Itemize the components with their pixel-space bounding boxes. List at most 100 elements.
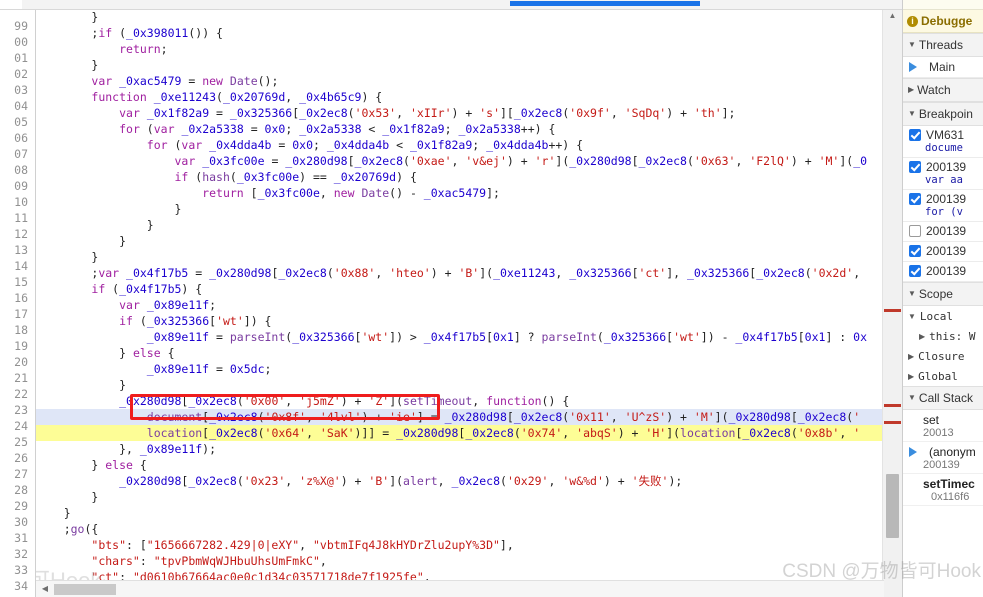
code-line[interactable]: var _0x89e11f; [36,297,884,313]
vertical-scroll-thumb[interactable] [886,474,899,538]
breakpoint-checkbox[interactable] [909,265,921,277]
call-stack-frame[interactable]: set 20013 [903,410,983,442]
line-number[interactable]: 12 [0,226,28,242]
code-line[interactable]: _0x89e11f = 0x5dc; [36,361,884,377]
scope-item-closure[interactable]: ▶ Closure [903,346,983,366]
code-line[interactable]: }, _0x89e11f); [36,441,884,457]
code-line[interactable]: } [36,201,884,217]
section-watch[interactable]: ▶ Watch [903,78,983,102]
line-number[interactable]: 32 [0,546,28,562]
line-number[interactable]: 28 [0,482,28,498]
line-number[interactable]: 27 [0,466,28,482]
line-number[interactable]: 20 [0,354,28,370]
horizontal-scrollbar[interactable]: ◀ [36,580,884,597]
thread-item-main[interactable]: Main [903,57,983,78]
code-line[interactable]: _0x89e11f = parseInt(_0x325366['wt']) > … [36,329,884,345]
line-number[interactable]: 25 [0,434,28,450]
line-number[interactable]: 23 [0,402,28,418]
vertical-scrollbar[interactable]: ▲ [882,9,902,597]
code-line[interactable]: for (var _0x4dda4b = 0x0; _0x4dda4b < _0… [36,137,884,153]
code-line[interactable]: "chars": "tpvPbmWqWJHbuUhsUmFmkC", [36,553,884,569]
breakpoint-checkbox[interactable] [909,225,921,237]
code-line[interactable]: ;if (_0x398011()) { [36,25,884,41]
code-line[interactable]: if (_0x325366['wt']) { [36,313,884,329]
line-number[interactable]: 26 [0,450,28,466]
code-line[interactable]: } [36,9,884,25]
line-number[interactable]: 19 [0,338,28,354]
section-threads[interactable]: ▼ Threads [903,33,983,57]
code-line[interactable]: _0x280d98[_0x2ec8('0x00', 'j5mZ') + 'Z']… [36,393,884,409]
code-editor[interactable]: 99 00 01 02 03 04 05 06 07 08 09 10 11 12 13 14 15 16 17 18… [0,0,902,597]
code-line[interactable]: } [36,57,884,73]
breakpoint-item[interactable]: 200139 [903,242,983,262]
line-number[interactable]: 22 [0,386,28,402]
line-number[interactable]: 18 [0,322,28,338]
call-stack-frame[interactable]: (anonym 200139 [903,442,983,474]
line-number[interactable]: 17 [0,306,28,322]
line-number[interactable]: 06 [0,130,28,146]
code-line[interactable]: return [_0x3fc00e, new Date() - _0xac547… [36,185,884,201]
line-number[interactable]: 99 [0,18,28,34]
line-number[interactable]: 09 [0,178,28,194]
code-line[interactable]: } else { [36,345,884,361]
code-line[interactable]: document[_0x2ec8('0x8f', '4lvl') + 'ie']… [36,409,884,425]
line-number[interactable]: 14 [0,258,28,274]
line-number[interactable]: 10 [0,194,28,210]
scope-item-global[interactable]: ▶ Global [903,366,983,386]
code-line[interactable]: "bts": ["1656667282.429|0|eXY", "vbtmIFq… [36,537,884,553]
code-line[interactable]: ;go({ [36,521,884,537]
line-number[interactable]: 15 [0,274,28,290]
section-breakpoints[interactable]: ▼ Breakpoin [903,102,983,126]
line-number[interactable]: 31 [0,530,28,546]
top-scroll-strip[interactable] [0,0,902,10]
line-number[interactable]: 33 [0,562,28,578]
breakpoint-checkbox[interactable] [909,129,921,141]
line-number[interactable]: 05 [0,114,28,130]
scroll-up-arrow-icon[interactable]: ▲ [883,9,902,23]
code-line[interactable]: return; [36,41,884,57]
breakpoint-item[interactable]: 200139 var aa [903,158,983,190]
section-scope[interactable]: ▼ Scope [903,282,983,306]
line-number[interactable]: 04 [0,98,28,114]
call-stack-frame[interactable]: setTimec 0x116f6 [903,474,983,506]
code-line[interactable]: } [36,505,884,521]
line-number[interactable]: 07 [0,146,28,162]
code-line[interactable]: if (hash(_0x3fc00e) == _0x20769d) { [36,169,884,185]
line-number[interactable]: 24 [0,418,28,434]
line-number[interactable]: 21 [0,370,28,386]
line-number[interactable]: 00 [0,34,28,50]
breakpoint-checkbox[interactable] [909,161,921,173]
breakpoint-item[interactable]: VM631 docume [903,126,983,158]
code-line[interactable]: _0x280d98[_0x2ec8('0x23', 'z%X@') + 'B']… [36,473,884,489]
code-line[interactable]: } [36,489,884,505]
code-line[interactable]: } [36,249,884,265]
code-line[interactable]: } [36,217,884,233]
code-line[interactable]: } [36,233,884,249]
code-line[interactable]: function _0xe11243(_0x20769d, _0x4b65c9)… [36,89,884,105]
line-number[interactable]: 01 [0,50,28,66]
code-line[interactable]: var _0x1f82a9 = _0x325366[_0x2ec8('0x53'… [36,105,884,121]
code-line[interactable]: location[_0x2ec8('0x64', 'SaK')]] = _0x2… [36,425,884,441]
breakpoint-item[interactable]: 200139 [903,262,983,282]
code-line[interactable]: } else { [36,457,884,473]
scroll-left-arrow-icon[interactable]: ◀ [38,581,52,597]
code-line[interactable]: if (_0x4f17b5) { [36,281,884,297]
code-line[interactable]: ;var _0x4f17b5 = _0x280d98[_0x2ec8('0x88… [36,265,884,281]
line-number[interactable]: 03 [0,82,28,98]
line-number[interactable]: 29 [0,498,28,514]
line-number[interactable]: 11 [0,210,28,226]
horizontal-scroll-thumb[interactable] [54,584,116,595]
breakpoint-item[interactable]: 200139 [903,222,983,242]
line-number[interactable]: 30 [0,514,28,530]
line-number[interactable]: 02 [0,66,28,82]
section-call-stack[interactable]: ▼ Call Stack [903,386,983,410]
line-number[interactable]: 13 [0,242,28,258]
breakpoint-item[interactable]: 200139 for (v [903,190,983,222]
code-line[interactable]: for (var _0x2a5338 = 0x0; _0x2a5338 < _0… [36,121,884,137]
code-line[interactable]: } [36,377,884,393]
breakpoint-checkbox[interactable] [909,193,921,205]
code-line[interactable]: var _0x3fc00e = _0x280d98[_0x2ec8('0xae'… [36,153,884,169]
line-number[interactable]: 08 [0,162,28,178]
breakpoint-checkbox[interactable] [909,245,921,257]
code-line[interactable]: var _0xac5479 = new Date(); [36,73,884,89]
